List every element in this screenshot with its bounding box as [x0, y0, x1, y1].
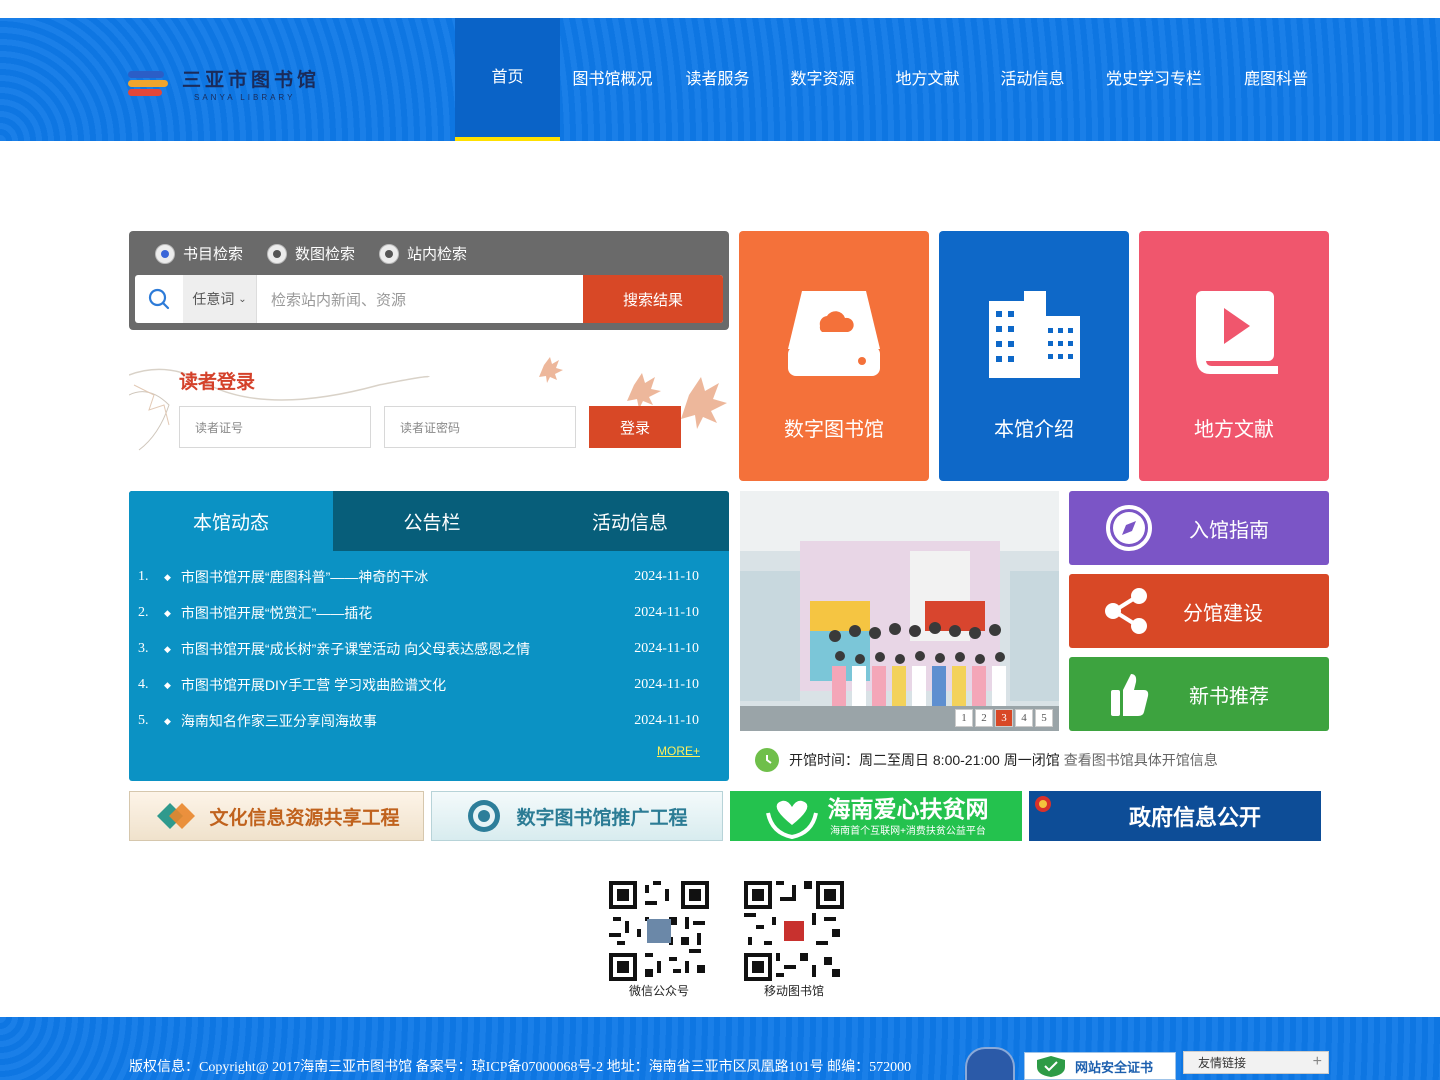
side-button-label: 分馆建设	[1183, 602, 1263, 625]
tile-local-documents[interactable]: 地方文献	[1139, 231, 1329, 481]
banner-title: 海南爱心扶贫网	[827, 795, 989, 822]
diamond-logo-icon	[157, 803, 196, 829]
side-button-label: 入馆指南	[1189, 519, 1269, 542]
password-input[interactable]: 读者证密码	[384, 406, 576, 448]
tab-library-news[interactable]: 本馆动态	[129, 491, 333, 551]
nav-digital-resources[interactable]: 数字资源	[770, 18, 875, 141]
pager-4[interactable]: 4	[1015, 709, 1033, 727]
tab-activities[interactable]: 活动信息	[531, 491, 729, 551]
news-panel: 本馆动态 公告栏 活动信息 1. ◆ 市图书馆开展“鹿图科普”——神奇的干冰 2024…	[129, 491, 729, 781]
search-button[interactable]: 搜索结果	[583, 275, 723, 323]
main-nav: 首页 图书馆概况 读者服务 数字资源 地方文献 活动信息 党史学习专栏 鹿图科普	[455, 18, 1329, 141]
header: 三亚市图书馆 SANYA LIBRARY 首页 图书馆概况 读者服务 数字资源 …	[0, 18, 1440, 141]
buildings-icon	[989, 291, 1080, 378]
nav-activities[interactable]: 活动信息	[980, 18, 1085, 141]
tile-digital-library[interactable]: 数字图书馆	[739, 231, 929, 481]
nav-library-overview[interactable]: 图书馆概况	[560, 18, 665, 141]
radio-digital-search[interactable]: 数图检索	[267, 243, 355, 264]
police-badge-icon[interactable]	[965, 1047, 1015, 1080]
search-panel: 书目检索 数图检索 站内检索 任意词 ⌄ 检索站内新闻、资源 搜索结果	[129, 231, 729, 330]
book-play-icon	[1196, 291, 1278, 374]
activity-photo	[740, 491, 1059, 731]
login-title: 读者登录	[179, 372, 256, 393]
hours-detail-link[interactable]: 查看图书馆具体开馆信息	[1064, 750, 1218, 770]
opening-hours: 开馆时间：周二至周日 8:00-21:00 周一闭馆 查看图书馆具体开馆信息	[755, 748, 1218, 772]
nav-local-documents[interactable]: 地方文献	[875, 18, 980, 141]
wechat-qr-code	[609, 881, 709, 981]
tile-label: 地方文献	[1194, 419, 1274, 441]
emblem-icon	[1035, 796, 1051, 812]
friend-links-select[interactable]: 友情链接 +	[1183, 1051, 1329, 1074]
compass-icon	[1069, 504, 1189, 552]
nav-party-history[interactable]: 党史学习专栏	[1085, 18, 1223, 141]
clock-icon	[755, 748, 779, 772]
logo-icon	[128, 69, 168, 99]
tile-label: 本馆介绍	[994, 419, 1074, 441]
branch-building-button[interactable]: 分馆建设	[1069, 574, 1329, 648]
login-button[interactable]: 登录	[589, 406, 681, 448]
radio-catalog-search[interactable]: 书目检索	[155, 243, 243, 264]
photo-slideshow[interactable]: 1 2 3 4 5	[740, 491, 1059, 731]
nav-reader-services[interactable]: 读者服务	[665, 18, 770, 141]
banner-hainan-poverty[interactable]: 海南爱心扶贫网 海南首个互联网+消费扶贫公益平台	[730, 791, 1022, 841]
seal-icon	[468, 800, 501, 832]
news-item[interactable]: 1. ◆ 市图书馆开展“鹿图科普”——神奇的干冰 2024-11-10	[138, 567, 713, 587]
logo-title: 三亚市图书馆	[182, 69, 321, 91]
mobile-library-qr-code	[744, 881, 844, 981]
news-item[interactable]: 2. ◆ 市图书馆开展“悦赏汇”——插花 2024-11-10	[138, 603, 713, 623]
banner-culture-share[interactable]: 文化信息资源共享工程	[129, 791, 424, 841]
reader-login: 读者登录 读者证号 读者证密码 登录	[129, 355, 729, 455]
tile-label: 数字图书馆	[784, 419, 884, 441]
heart-hands-icon	[765, 800, 818, 839]
nav-home[interactable]: 首页	[455, 18, 560, 141]
search-input[interactable]: 检索站内新闻、资源	[257, 275, 583, 323]
banner-gov-info[interactable]: 政府信息公开	[1029, 791, 1321, 841]
news-item[interactable]: 5. ◆ 海南知名作家三亚分享闯海故事 2024-11-10	[138, 711, 713, 731]
visit-guide-button[interactable]: 入馆指南	[1069, 491, 1329, 565]
logo-subtitle: SANYA LIBRARY	[194, 93, 296, 102]
pager-1[interactable]: 1	[955, 709, 973, 727]
tab-notice-board[interactable]: 公告栏	[333, 491, 531, 551]
share-icon	[1069, 587, 1183, 635]
search-field-select[interactable]: 任意词 ⌄	[183, 275, 257, 323]
search-icon	[135, 275, 183, 323]
card-number-input[interactable]: 读者证号	[179, 406, 371, 448]
logo[interactable]: 三亚市图书馆 SANYA LIBRARY	[128, 65, 320, 102]
copyright-text: 版权信息：Copyright@ 2017海南三亚市图书馆 备案号：琼ICP备07…	[129, 1060, 912, 1075]
banner-digital-library-promo[interactable]: 数字图书馆推广工程	[431, 791, 723, 841]
banner-subtitle: 海南首个互联网+消费扶贫公益平台	[830, 825, 986, 837]
new-books-button[interactable]: 新书推荐	[1069, 657, 1329, 731]
nav-science[interactable]: 鹿图科普	[1223, 18, 1329, 141]
side-button-label: 新书推荐	[1189, 685, 1269, 708]
news-item[interactable]: 3. ◆ 市图书馆开展“成长树”亲子课堂活动 向父母表达感恩之情 2024-11-10	[138, 639, 713, 659]
qr-label-wechat: 微信公众号	[628, 984, 689, 998]
pager-5[interactable]: 5	[1035, 709, 1053, 727]
hours-text: 开馆时间：周二至周日 8:00-21:00 周一闭馆	[789, 752, 1060, 768]
page: 三亚市图书馆 SANYA LIBRARY 首页 图书馆概况 读者服务 数字资源 …	[0, 0, 1440, 1080]
security-certificate[interactable]: 网站安全证书	[1024, 1052, 1176, 1080]
tile-library-intro[interactable]: 本馆介绍	[939, 231, 1129, 481]
more-link[interactable]: MORE+	[657, 744, 700, 758]
qr-label-mobile: 移动图书馆	[763, 984, 824, 998]
pager-3[interactable]: 3	[995, 709, 1013, 727]
thumbs-up-icon	[1069, 670, 1189, 718]
footer: 版权信息：Copyright@ 2017海南三亚市图书馆 备案号：琼ICP备07…	[0, 1017, 1440, 1080]
shield-check-icon	[1037, 1056, 1065, 1077]
radio-site-search[interactable]: 站内检索	[379, 243, 467, 264]
news-item[interactable]: 4. ◆ 市图书馆开展DIY手工营 学习戏曲脸谱文化 2024-11-10	[138, 675, 713, 695]
plus-icon: +	[1312, 1053, 1322, 1070]
pager-2[interactable]: 2	[975, 709, 993, 727]
hard-drive-cloud-icon	[788, 291, 880, 376]
slideshow-pager: 1 2 3 4 5	[953, 709, 1053, 727]
